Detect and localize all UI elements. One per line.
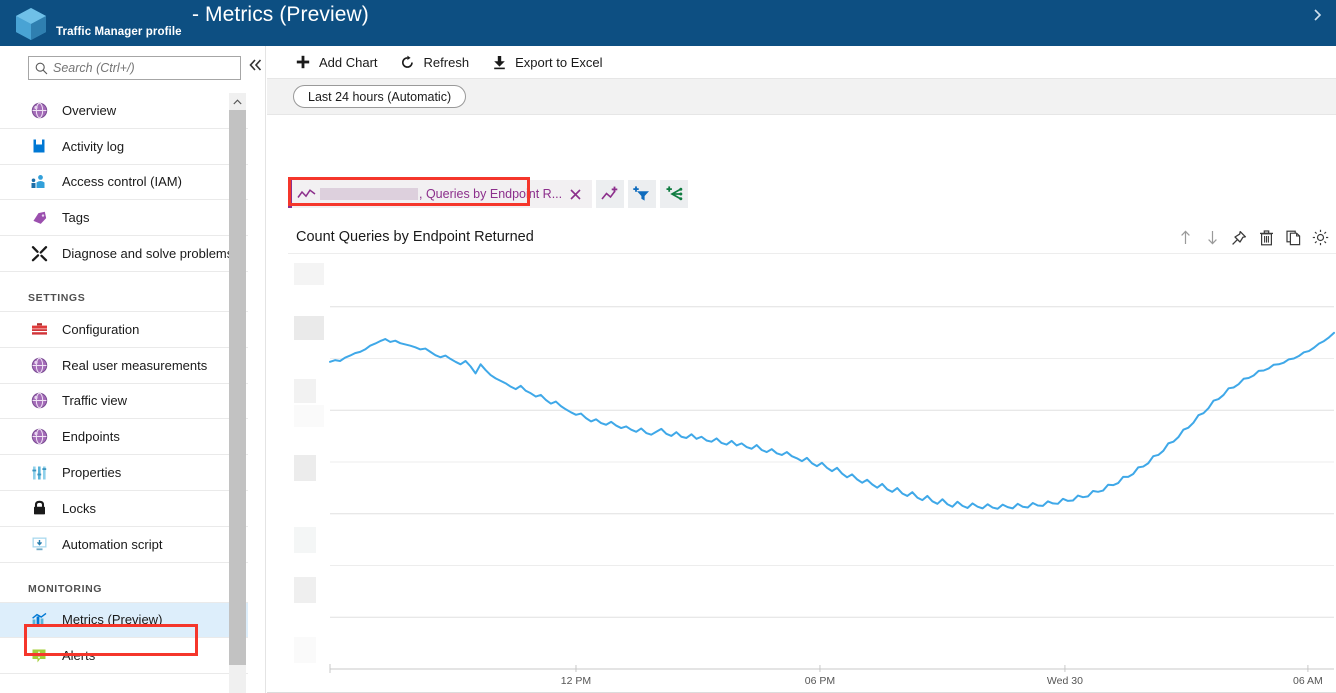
pin-button[interactable]	[1227, 226, 1251, 250]
svg-text:06 AM: 06 AM	[1293, 675, 1323, 687]
export-to-excel-button[interactable]: Export to Excel	[489, 46, 603, 79]
main-content: Add Chart Refresh Export to Excel Last 2…	[267, 46, 1336, 693]
move-down-button[interactable]	[1200, 226, 1224, 250]
resource-type: Traffic Manager profile	[56, 26, 182, 38]
sidebar-item-label: Metrics (Preview)	[62, 612, 163, 628]
page-title: - Metrics (Preview)	[192, 3, 369, 26]
series-chip[interactable]: , Queries by Endpoint R...	[288, 180, 593, 208]
sidebar-search-row	[0, 46, 265, 93]
search-icon	[29, 57, 53, 79]
sidebar-item-label: Activity log	[62, 138, 125, 154]
sidebar-item-label: Tags	[62, 210, 90, 226]
move-up-button[interactable]	[1173, 226, 1197, 250]
toolbox-icon	[28, 319, 50, 339]
download-icon	[489, 53, 509, 71]
sidebar-item-configuration[interactable]: Configuration	[0, 311, 248, 348]
sidebar-item-alerts[interactable]: Alerts	[0, 638, 248, 675]
sidebar-item-locks[interactable]: Locks	[0, 490, 248, 527]
metric-line-chart: 12 PM 06 PM Wed 30 06 AM	[294, 263, 1335, 687]
sidebar-item-properties[interactable]: Properties	[0, 455, 248, 491]
duplicate-button[interactable]	[1281, 226, 1305, 250]
sidebar-item-label: Automation script	[62, 536, 163, 552]
sidebar-group-settings: SETTINGS	[0, 272, 248, 312]
settings-button[interactable]	[1308, 226, 1332, 250]
refresh-label: Refresh	[423, 54, 470, 70]
export-label: Export to Excel	[515, 54, 603, 70]
filter-bar: Last 24 hours (Automatic)	[267, 79, 1336, 115]
globe-icon	[28, 427, 50, 447]
bar-chart-icon	[28, 610, 50, 630]
sidebar-item-label: Real user measurements	[62, 357, 208, 373]
sidebar-nav-list: Overview Activity log Access control (IA…	[0, 93, 248, 693]
chart-title: Count Queries by Endpoint Returned	[296, 229, 534, 245]
sidebar-item-tags[interactable]: Tags	[0, 200, 248, 237]
sidebar-item-label: Overview	[62, 102, 117, 118]
alert-icon	[28, 646, 50, 666]
sidebar-item-label: Traffic view	[62, 393, 128, 409]
delete-button[interactable]	[1254, 226, 1278, 250]
globe-icon	[28, 355, 50, 375]
access-control-icon	[28, 172, 50, 192]
search-input[interactable]	[53, 61, 233, 75]
sidebar-item-activity-log[interactable]: Activity log	[0, 128, 248, 165]
add-chart-label: Add Chart	[319, 54, 378, 70]
add-metric-icon[interactable]	[596, 180, 625, 208]
sidebar-item-endpoints[interactable]: Endpoints	[0, 419, 248, 456]
azure-cube-icon	[11, 5, 51, 43]
close-blade-button[interactable]	[1307, 6, 1329, 28]
apply-splitting-icon[interactable]	[660, 180, 689, 208]
blade-header: Traffic Manager profile - Metrics (Previ…	[0, 0, 1336, 46]
sidebar-item-automation-script[interactable]: Automation script	[0, 526, 248, 563]
sidebar-item-label: Configuration	[62, 321, 140, 337]
refresh-icon	[398, 53, 418, 71]
chart-card: , Queries by Endpoint R... Count Queries…	[283, 117, 1336, 693]
sidebar-item-label: Access control (IAM)	[62, 174, 182, 190]
globe-icon	[28, 100, 50, 120]
command-bar: Add Chart Refresh Export to Excel	[267, 46, 1336, 79]
activity-log-icon	[28, 136, 50, 156]
line-chart-icon	[292, 180, 320, 208]
scrollbar-thumb[interactable]	[229, 110, 246, 665]
double-chevron-left-icon[interactable]	[249, 58, 263, 76]
refresh-button[interactable]: Refresh	[398, 46, 470, 79]
azure-portal-blade: Traffic Manager profile - Metrics (Previ…	[0, 0, 1336, 693]
automation-script-icon	[28, 534, 50, 554]
sidebar-item-diagnose[interactable]: Diagnose and solve problems	[0, 236, 248, 272]
time-range-picker[interactable]: Last 24 hours (Automatic)	[293, 85, 467, 108]
wrench-screwdriver-icon	[28, 244, 50, 264]
sidebar-group-monitoring: MONITORING	[0, 563, 248, 603]
lock-icon	[28, 498, 50, 518]
sidebar-item-label: Endpoints	[62, 429, 120, 445]
sidebar-item-label: Alerts	[62, 648, 96, 664]
close-icon[interactable]	[562, 180, 588, 208]
add-filter-icon[interactable]	[628, 180, 657, 208]
sidebar-scrollbar[interactable]	[229, 93, 246, 693]
tag-icon	[28, 208, 50, 228]
properties-icon	[28, 463, 50, 483]
scroll-up-icon[interactable]	[229, 93, 246, 110]
redacted-resource-name	[320, 188, 418, 200]
chart-plot-area[interactable]: 12 PM 06 PM Wed 30 06 AM	[288, 255, 1336, 693]
sidebar: Overview Activity log	[0, 46, 266, 693]
sidebar-item-overview[interactable]: Overview	[0, 93, 248, 129]
sidebar-item-access-control[interactable]: Access control (IAM)	[0, 164, 248, 201]
sidebar-item-label: Locks	[62, 500, 96, 516]
search-box[interactable]	[28, 56, 241, 80]
svg-text:06 PM: 06 PM	[805, 675, 835, 687]
svg-text:Wed 30: Wed 30	[1047, 675, 1083, 687]
globe-icon	[28, 391, 50, 411]
sidebar-item-label: Properties	[62, 465, 122, 481]
sidebar-item-real-user-measurements[interactable]: Real user measurements	[0, 347, 248, 384]
chart-header: Count Queries by Endpoint Returned	[288, 221, 1336, 254]
sidebar-item-label: Diagnose and solve problems	[62, 246, 234, 262]
chart-action-bar	[1170, 221, 1332, 254]
add-chart-button[interactable]: Add Chart	[293, 46, 378, 79]
series-metric-label: , Queries by Endpoint R...	[419, 187, 563, 201]
sidebar-item-metrics-preview[interactable]: Metrics (Preview)	[0, 602, 248, 639]
plus-icon	[293, 53, 313, 71]
svg-text:12 PM: 12 PM	[561, 675, 591, 687]
sidebar-item-traffic-view[interactable]: Traffic view	[0, 383, 248, 420]
series-chip-row: , Queries by Endpoint R...	[288, 180, 689, 208]
